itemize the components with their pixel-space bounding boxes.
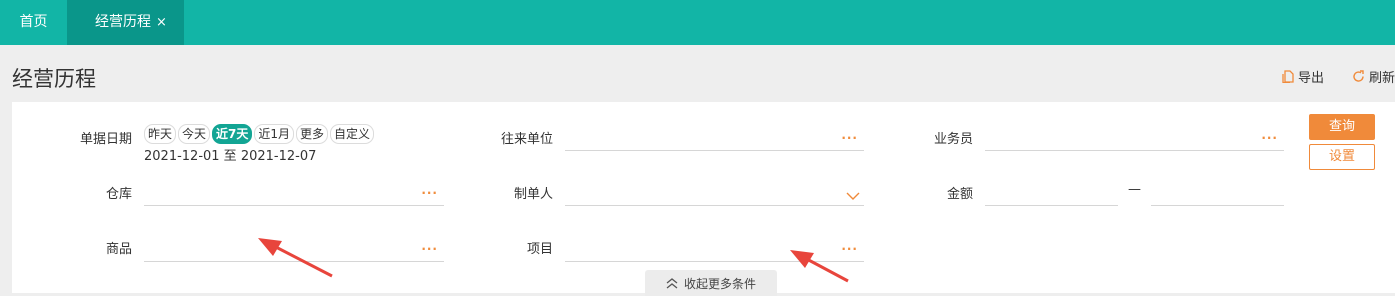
- close-icon[interactable]: ×: [156, 15, 167, 30]
- salesperson-field[interactable]: ···: [985, 129, 1284, 151]
- query-button[interactable]: 查询: [1309, 114, 1375, 140]
- date-option-7days[interactable]: 近7天: [212, 124, 253, 144]
- date-option-yesterday[interactable]: 昨天: [144, 124, 177, 144]
- more-icon[interactable]: ···: [841, 130, 858, 146]
- partner-field[interactable]: ···: [565, 129, 864, 151]
- more-icon[interactable]: ···: [421, 241, 438, 257]
- date-label: 单据日期: [79, 132, 132, 147]
- project-field[interactable]: ···: [565, 240, 864, 262]
- date-quick-select: 昨天 今天 近7天 近1月 更多 自定义: [144, 124, 376, 144]
- date-option-custom[interactable]: 自定义: [330, 124, 375, 144]
- more-icon[interactable]: ···: [421, 185, 438, 201]
- date-range-text: 2021-12-01 至 2021-12-07: [144, 149, 317, 164]
- tab-home[interactable]: 首页: [0, 0, 67, 45]
- goods-label: 商品: [105, 242, 132, 257]
- export-icon: [1282, 70, 1294, 83]
- date-option-more[interactable]: 更多: [296, 124, 329, 144]
- double-chevron-up-icon: [666, 277, 678, 289]
- amount-separator: —: [1128, 182, 1141, 197]
- amount-max-field[interactable]: [1151, 184, 1284, 206]
- top-nav-bar: 首页 经营历程 ×: [0, 0, 1395, 45]
- project-label: 项目: [526, 242, 553, 257]
- date-option-today[interactable]: 今天: [178, 124, 211, 144]
- refresh-icon: [1352, 70, 1365, 83]
- amount-min-field[interactable]: [985, 184, 1118, 206]
- tab-label: 经营历程: [95, 14, 151, 30]
- creator-field[interactable]: [565, 184, 864, 206]
- warehouse-label: 仓库: [105, 187, 132, 202]
- warehouse-field[interactable]: ···: [144, 184, 444, 206]
- collapse-conditions-button[interactable]: 收起更多条件: [645, 270, 777, 296]
- collapse-label: 收起更多条件: [683, 276, 756, 291]
- creator-label: 制单人: [513, 187, 553, 202]
- export-label: 导出: [1298, 71, 1325, 86]
- goods-field[interactable]: ···: [144, 240, 444, 262]
- more-icon[interactable]: ···: [1261, 130, 1278, 146]
- export-button[interactable]: 导出: [1282, 67, 1324, 86]
- refresh-button[interactable]: 刷新: [1352, 67, 1395, 86]
- chevron-down-icon[interactable]: [846, 186, 860, 205]
- tab-business-history[interactable]: 经营历程 ×: [67, 0, 184, 45]
- partner-label: 往来单位: [500, 132, 553, 147]
- amount-label: 金额: [946, 187, 973, 202]
- date-option-1month[interactable]: 近1月: [254, 124, 295, 144]
- page-title: 经营历程: [12, 67, 96, 91]
- salesperson-label: 业务员: [933, 132, 973, 147]
- settings-button[interactable]: 设置: [1309, 144, 1375, 170]
- more-icon[interactable]: ···: [841, 241, 858, 257]
- refresh-label: 刷新: [1369, 71, 1395, 86]
